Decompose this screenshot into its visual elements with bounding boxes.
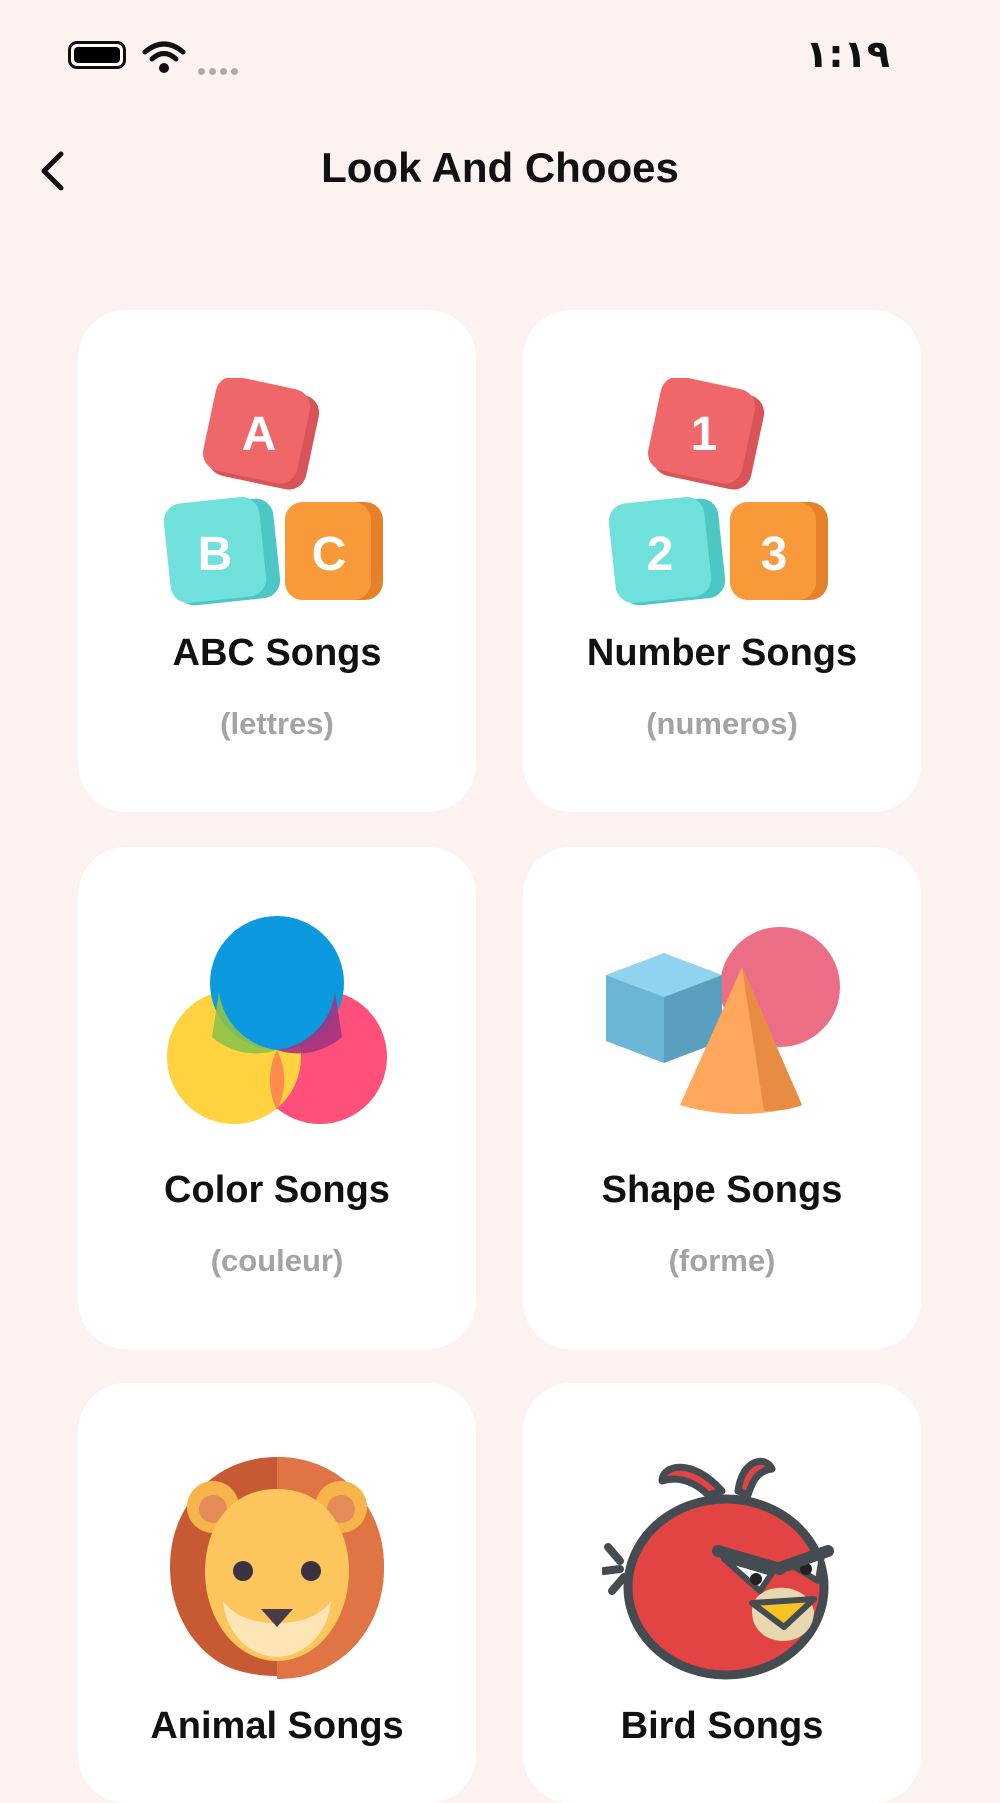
wifi-icon [142,41,186,73]
shapes-icon [606,927,840,1114]
svg-text:2: 2 [647,528,674,581]
card-title: ABC Songs [172,632,382,674]
battery-icon [68,41,126,69]
svg-text:A: A [242,408,277,461]
status-time: ١:١٩ [805,32,890,76]
number-blocks-icon: 1 2 3 [608,378,828,606]
page-title: Look And Chooes [321,144,679,191]
card-title: Number Songs [586,632,858,674]
header: Look And Chooes [0,130,1000,210]
category-card-abc[interactable]: A B C ABC Songs (lettres) [78,310,476,812]
category-card-numbers[interactable]: 1 2 3 Number Songs (numeros) [523,310,921,812]
red-bird-icon [602,1457,834,1680]
color-circles-icon [167,916,387,1124]
card-subtitle: (couleur) [210,1243,344,1278]
svg-text:1: 1 [691,408,718,461]
svg-text:C: C [312,528,347,581]
category-card-shapes[interactable]: Shape Songs (forme) [523,847,921,1349]
svg-text:B: B [198,528,233,581]
card-subtitle: (lettres) [220,706,334,741]
signal-icon [198,62,244,75]
card-subtitle: (forme) [668,1243,776,1278]
card-title: Bird Songs [620,1705,824,1747]
category-card-colors[interactable]: Color Songs (couleur) [78,847,476,1349]
lion-icon [170,1457,384,1679]
card-title: Animal Songs [150,1705,404,1747]
category-card-animals[interactable]: Animal Songs [78,1383,476,1803]
status-bar: ١:١٩ [0,0,1000,110]
card-title: Color Songs [164,1169,390,1211]
card-title: Shape Songs [601,1169,843,1211]
svg-text:3: 3 [761,528,788,581]
category-card-birds[interactable]: Bird Songs [523,1383,921,1803]
abc-blocks-icon: A B C [163,378,383,606]
card-subtitle: (numeros) [646,706,798,741]
